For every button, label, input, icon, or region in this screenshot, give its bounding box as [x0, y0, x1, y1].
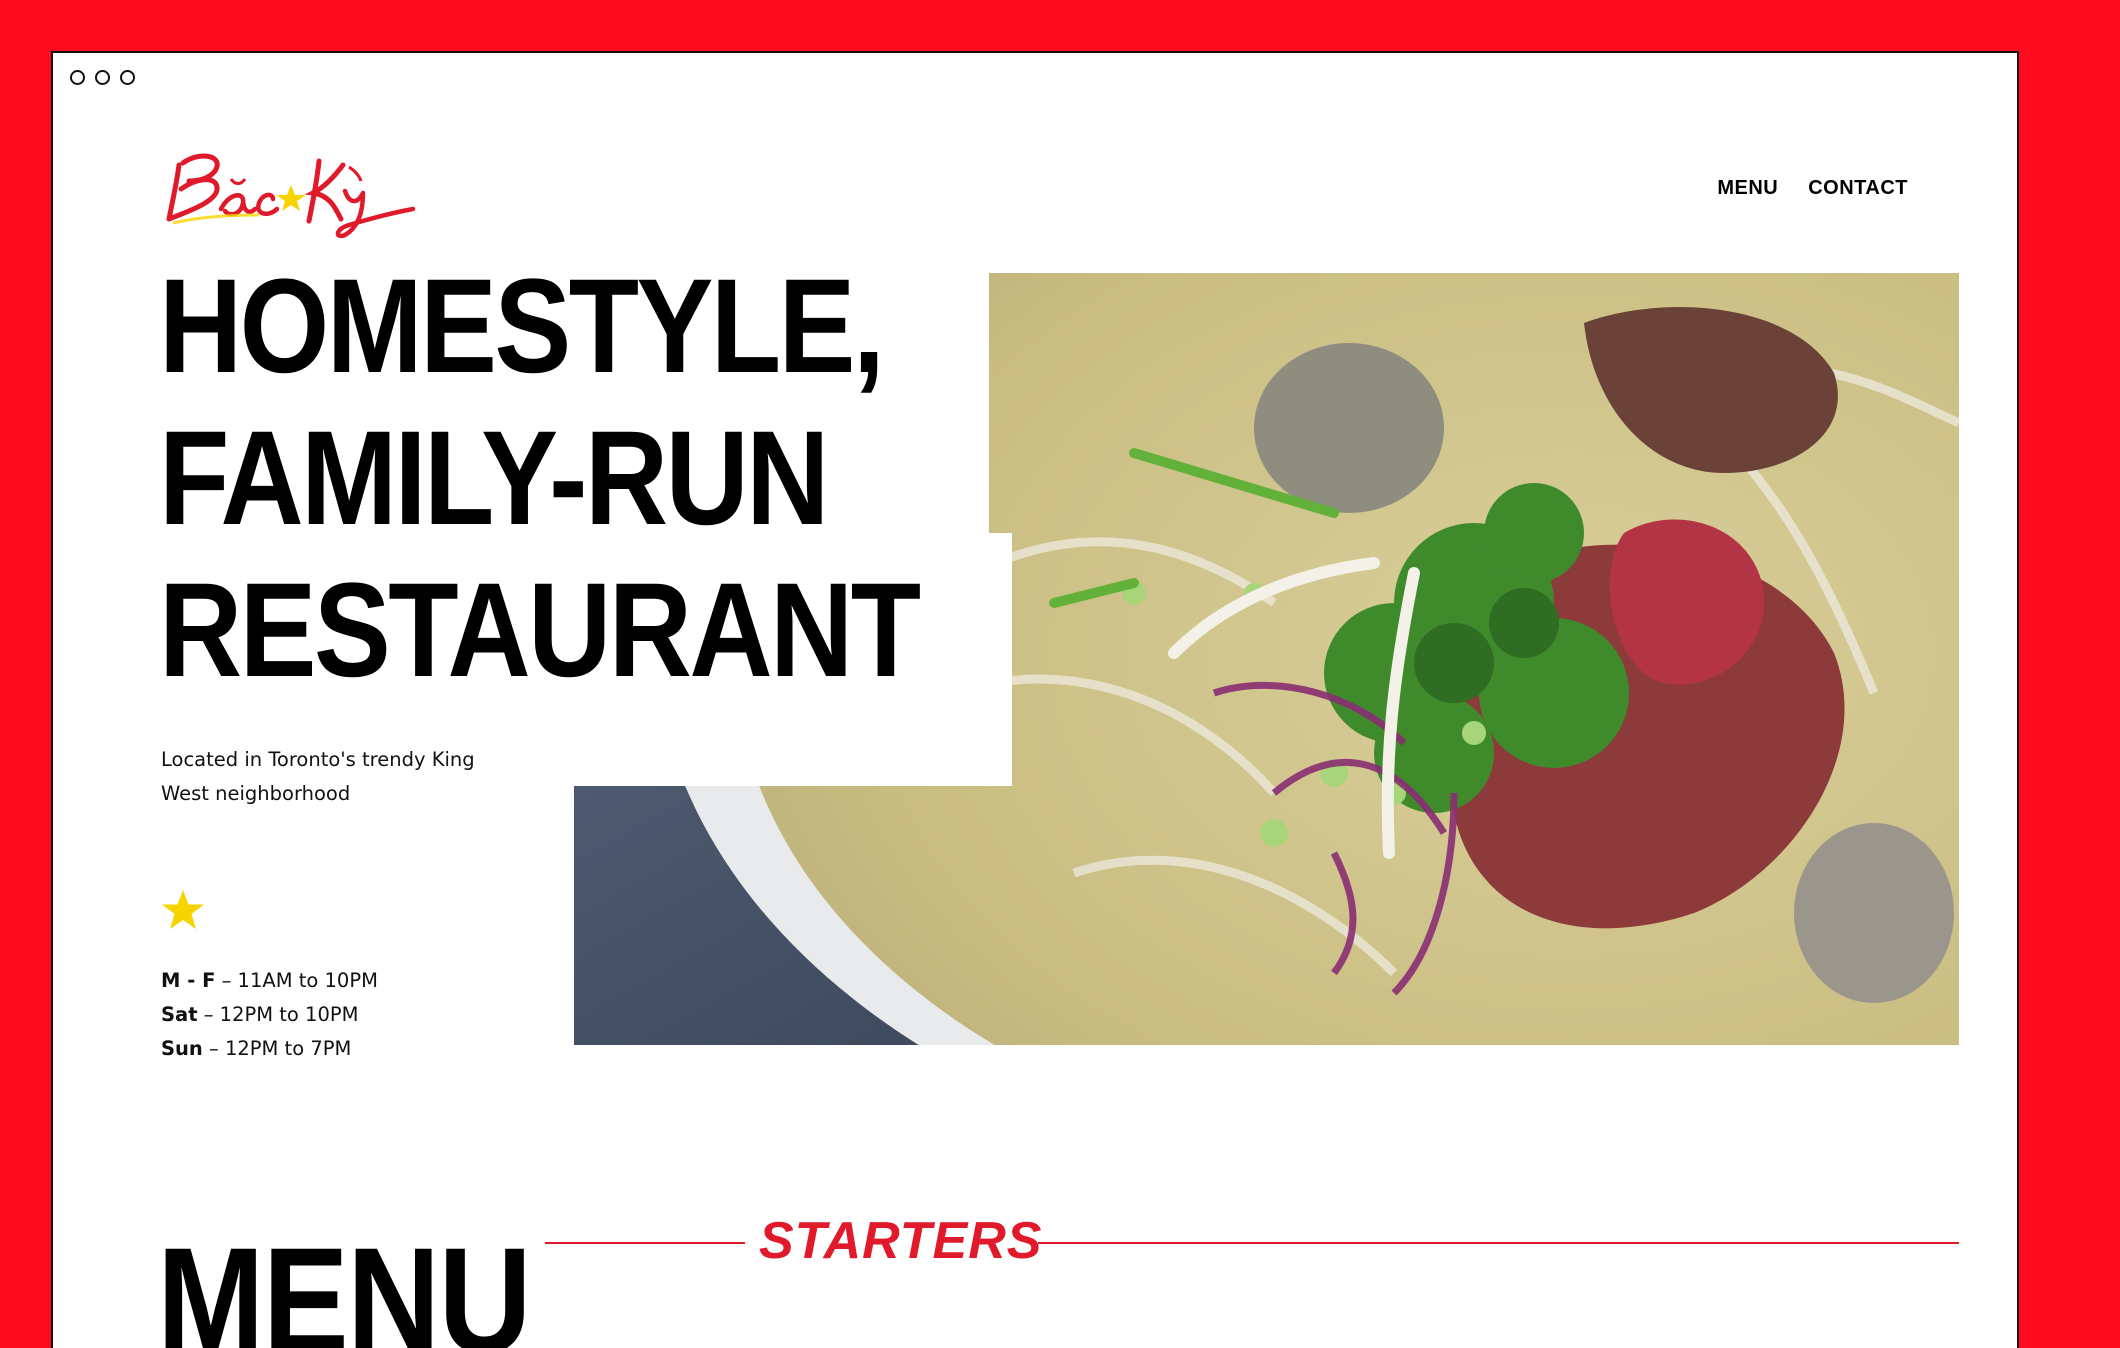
hours-time: – 12PM to 7PM [202, 1037, 352, 1060]
hours-row: Sat – 12PM to 10PM [161, 998, 378, 1032]
star-icon [162, 890, 204, 929]
hours-row: Sun – 12PM to 7PM [161, 1032, 378, 1066]
opening-hours: M - F – 11AM to 10PM Sat – 12PM to 10PM … [161, 964, 378, 1066]
headline-line-3: RESTAURANT [159, 556, 921, 705]
window-close-button[interactable] [70, 70, 85, 85]
brand-logo[interactable] [159, 131, 419, 241]
browser-window: MENU CONTACT HOMESTYLE, FAMILY-RUN RESTA… [51, 51, 2019, 1348]
hours-row: M - F – 11AM to 10PM [161, 964, 378, 998]
hours-day: M - F [161, 969, 216, 992]
section-title-starters: STARTERS [759, 1212, 1043, 1270]
section-divider-right [1038, 1242, 1959, 1244]
hours-day: Sun [161, 1037, 203, 1060]
headline-line-1: HOMESTYLE, [159, 252, 885, 401]
main-nav: MENU CONTACT [1717, 177, 1908, 200]
window-maximize-button[interactable] [120, 70, 135, 85]
window-minimize-button[interactable] [95, 70, 110, 85]
menu-heading: MENU [157, 1216, 532, 1348]
hours-day: Sat [161, 1003, 198, 1026]
hero-headline: HOMESTYLE, FAMILY-RUN RESTAURANT [159, 251, 921, 707]
nav-contact-link[interactable]: CONTACT [1808, 177, 1908, 200]
section-divider-left [545, 1242, 745, 1244]
window-controls [70, 70, 135, 85]
hours-time: – 11AM to 10PM [215, 969, 378, 992]
headline-line-2: FAMILY-RUN [159, 404, 829, 553]
hours-time: – 12PM to 10PM [197, 1003, 359, 1026]
nav-menu-link[interactable]: MENU [1717, 177, 1778, 200]
location-tagline: Located in Toronto's trendy King West ne… [161, 748, 475, 805]
